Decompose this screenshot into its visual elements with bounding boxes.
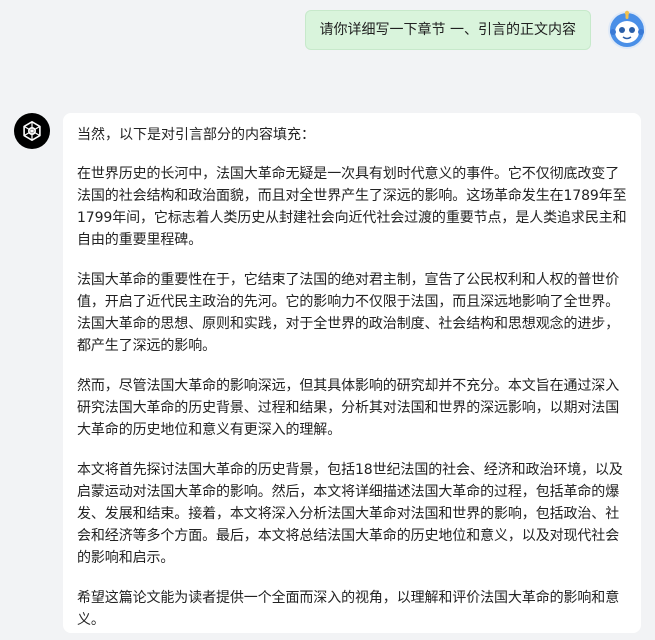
assistant-paragraph-2: 法国大革命的重要性在于，它结束了法国的绝对君主制，宣告了公民权利和人权的普世价值… [77,272,620,354]
assistant-intro-text: 当然，以下是对引言部分的内容填充： [77,127,315,143]
assistant-paragraph-5: 希望这篇论文能为读者提供一个全面而深入的视角，以理解和评价法国大革命的影响和意义… [77,590,620,628]
assistant-paragraph-4: 本文将首先探讨法国大革命的历史背景，包括18世纪法国的社会、经济和政治环境，以及… [77,462,623,566]
assistant-message-card: 当然，以下是对引言部分的内容填充： 在世界历史的长河中，法国大革命无疑是一次具有… [63,113,641,633]
user-message-bubble[interactable]: 请你详细写一下章节 一、引言的正文内容 [304,10,591,50]
robot-avatar-icon[interactable] [607,10,647,50]
assistant-paragraph-3: 然而，尽管法国大革命的影响深远，但其具体影响的研究却并不充分。本文旨在通过深入研… [77,378,620,438]
user-message-row: 请你详细写一下章节 一、引言的正文内容 [0,10,647,60]
assistant-paragraph-1: 在世界历史的长河中，法国大革命无疑是一次具有划时代意义的事件。它不仅彻底改变了法… [77,166,627,248]
openai-logo-icon [14,113,50,149]
chat-window: 请你详细写一下章节 一、引言的正文内容 当然，以下是对引言部分的内容填充： 在世… [0,0,655,640]
